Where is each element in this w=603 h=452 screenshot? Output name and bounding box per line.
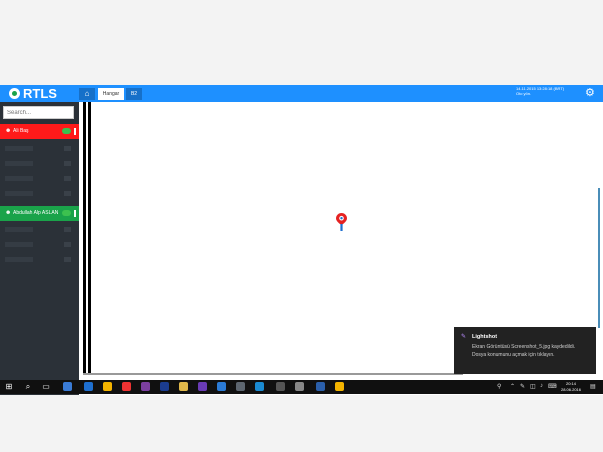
signal-icon [74,210,76,217]
list-item[interactable] [5,191,75,199]
list-item[interactable] [5,242,75,250]
volume-icon[interactable]: ♪ [540,383,543,389]
chrome-active-icon[interactable] [335,382,344,391]
search-input[interactable] [3,106,74,119]
snipping-tool-icon[interactable] [217,382,226,391]
status-badge [62,128,71,134]
toast-body: Ekran Görüntüsü Screenshot_5.jpg kaydedi… [472,344,576,358]
edge-browser-icon[interactable] [84,382,93,391]
system-clock[interactable]: 20:14 28.06.2016 [556,381,586,393]
signal-icon [74,128,76,135]
logo-icon [9,88,20,99]
map-wall [88,102,91,373]
skype-app-icon[interactable] [255,382,264,391]
clock-date: 28.06.2016 [560,387,582,392]
chevron-up-icon[interactable]: ⌃ [510,383,515,390]
network-icon[interactable]: ◫ [530,383,536,390]
chrome-browser-icon[interactable] [103,382,112,391]
onenote-app-icon[interactable] [141,382,150,391]
toast-title: Lightshot [472,334,498,340]
tab-home[interactable]: ⌂ [79,88,95,100]
app-logo[interactable]: RTLS [9,86,57,101]
map-wall [83,373,463,375]
group-label: Abdullah Alp ASLAN [13,210,59,216]
status-badge [62,210,71,216]
group-label: Ali Baş [13,128,29,134]
notepad-app-icon[interactable] [295,382,304,391]
terminal-app-icon[interactable] [276,382,285,391]
pen-icon[interactable]: ✎ [520,383,525,390]
tab-hangar[interactable]: Hangar [98,88,124,100]
visual-studio-icon[interactable] [198,382,207,391]
logo-text: RTLS [23,86,57,101]
store-app-icon[interactable] [63,382,72,391]
list-item[interactable] [5,227,75,235]
tab-b2[interactable]: B2 [126,88,142,100]
settings-gear-icon[interactable]: ⚙ [585,87,595,99]
sidebar-group-ali-bas[interactable]: ☻ Ali Baş [0,124,79,139]
file-explorer-icon[interactable] [179,382,188,391]
lightshot-icon: ✎ [461,334,467,340]
scrollbar[interactable] [598,188,600,328]
people-icon[interactable]: ⚲ [497,383,501,390]
opera-browser-icon[interactable] [122,382,131,391]
list-item[interactable] [5,257,75,265]
task-view-icon[interactable]: ▭ [41,382,51,392]
home-icon: ⌂ [84,89,90,98]
users-icon: ☻ [5,128,12,134]
action-center-icon[interactable]: ▤ [590,383,596,390]
datetime-readout: 14.11.2015 13:28:18 (BRT) Oto yön. [516,86,564,96]
list-item[interactable] [5,146,75,154]
app-icon[interactable] [236,382,245,391]
photoshop-app-icon[interactable] [160,382,169,391]
list-item[interactable] [5,176,75,184]
sidebar-group-abdullah[interactable]: ☻ Abdullah Alp ASLAN [0,206,79,221]
datetime-line-2: Oto yön. [516,91,532,96]
notification-toast[interactable]: ✎ Lightshot Ekran Görüntüsü Screenshot_5… [454,327,596,374]
taskbar: ⊞ ⌕ ▭ ⚲ ⌃ ✎ ◫ ♪ ⌨ 20:14 28.06.2016 ▤ [0,380,603,394]
word-app-icon[interactable] [316,382,325,391]
top-navbar: RTLS ⌂ Hangar B2 14.11.2015 13:28:18 (BR… [0,85,603,102]
windows-start-icon[interactable]: ⊞ [4,382,14,392]
location-pin-icon[interactable] [336,213,347,231]
list-item[interactable] [5,161,75,169]
map-wall [83,102,86,373]
users-icon: ☻ [5,210,12,216]
search-icon[interactable]: ⌕ [23,382,33,392]
sidebar: ☻ Ali Baş ☻ Abdullah Alp ASLAN [0,102,79,395]
